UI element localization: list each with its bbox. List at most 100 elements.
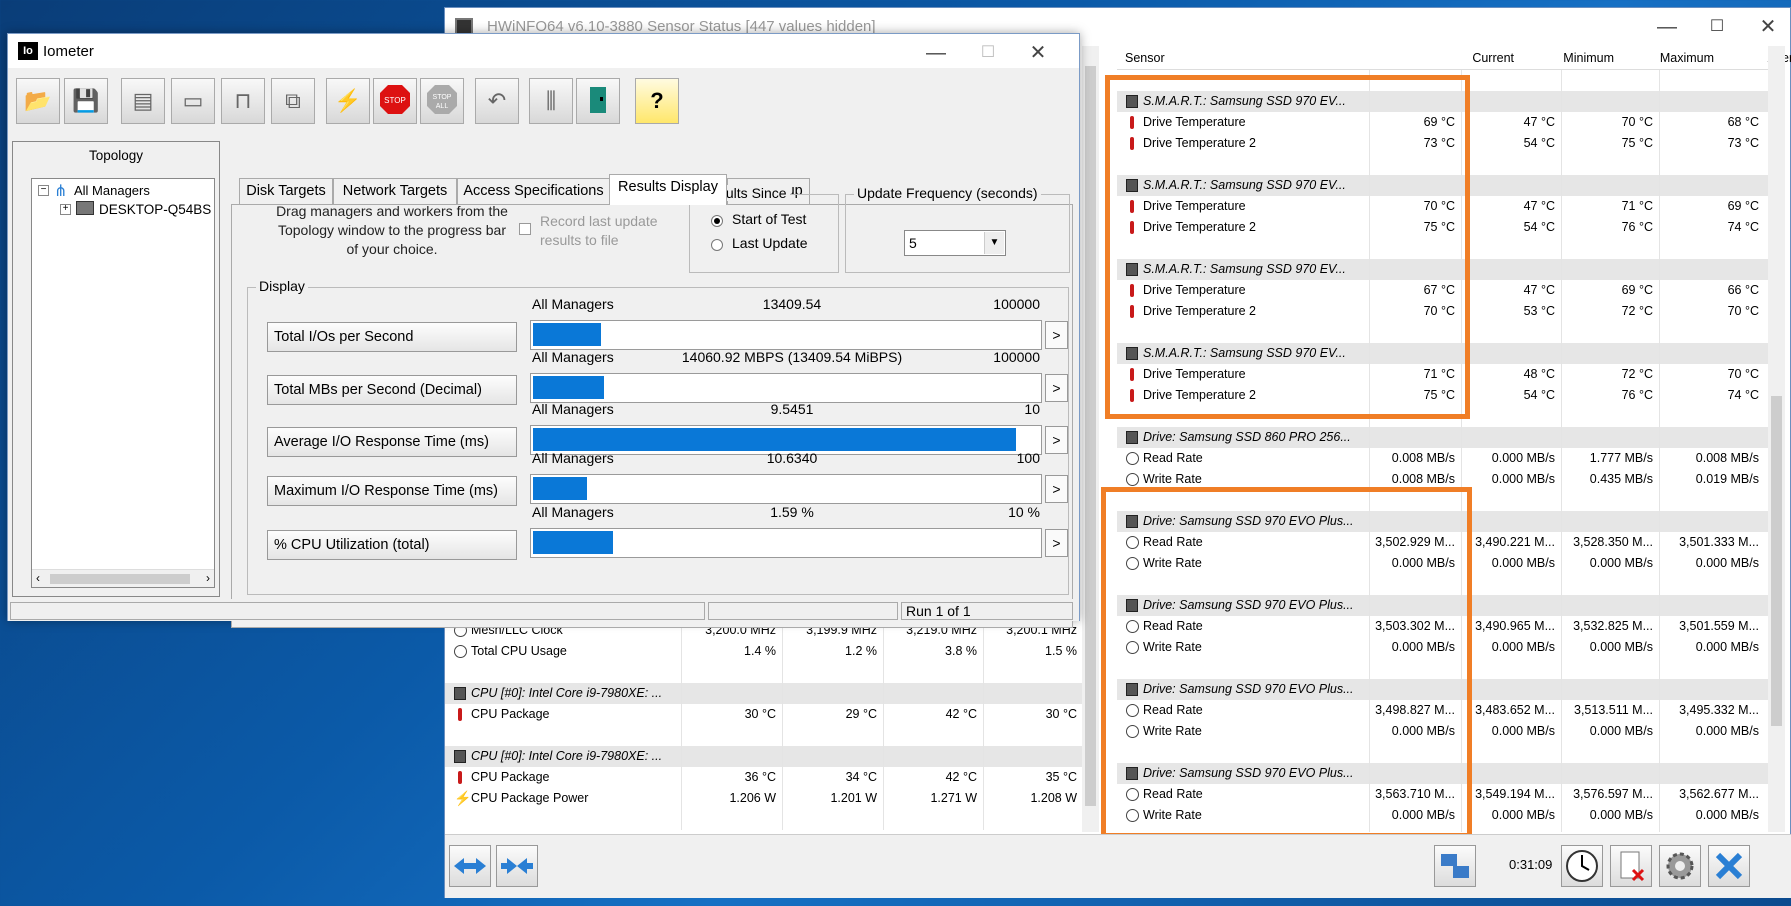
sensor-name: CPU Package Power	[471, 791, 589, 805]
col-sensor[interactable]: Sensor	[1125, 51, 1165, 65]
tree-root[interactable]: All Managers	[74, 183, 150, 198]
tree-collapse-icon[interactable]: −	[38, 185, 49, 196]
sensor-group-header[interactable]: Drive: Samsung SSD 860 PRO 256...	[1117, 427, 1768, 448]
new-disk-worker-icon[interactable]: ▭	[171, 78, 215, 124]
reset-log-icon[interactable]	[1610, 845, 1652, 887]
io-minimize-button[interactable]: —	[919, 40, 953, 66]
tree-manager[interactable]: DESKTOP-Q54BS	[99, 202, 211, 217]
copy-worker-icon[interactable]: ⧉	[271, 78, 315, 124]
metric-value: 9.5451	[770, 401, 814, 417]
save-icon[interactable]: 💾	[64, 78, 108, 124]
value-min: 0.000 MB/s	[1491, 640, 1555, 654]
value-min: 29 °C	[845, 707, 877, 721]
settings-gear-icon[interactable]	[1659, 845, 1701, 887]
stop-icon[interactable]: STOP	[373, 78, 417, 124]
sensor-group-header[interactable]: CPU [#0]: Intel Core i9-7980XE: ...	[445, 746, 1083, 767]
metric-progress-bar[interactable]	[530, 373, 1042, 403]
metric-progress-bar[interactable]	[530, 474, 1042, 504]
metric-progress-bar[interactable]	[530, 320, 1042, 350]
metric-button[interactable]: % CPU Utilization (total)	[267, 530, 517, 560]
iometer-window: Io Iometer — ☐ ✕ Topology − ⋔ All Manage…	[7, 33, 1080, 628]
disconnect-icon[interactable]: ⫼	[529, 78, 573, 124]
metric-button[interactable]: Total I/Os per Second	[267, 322, 517, 352]
new-manager-icon[interactable]: ▤	[121, 78, 165, 124]
col-current[interactable]: Current	[1412, 51, 1514, 65]
metric-expand-arrow-icon[interactable]: >	[1045, 374, 1068, 402]
close-x-icon[interactable]	[1708, 845, 1750, 887]
io-close-button[interactable]: ✕	[1021, 40, 1055, 66]
metric-max: 100000	[993, 349, 1040, 365]
value-avg: 0.000 MB/s	[1695, 556, 1759, 570]
metric-max: 10	[1024, 401, 1040, 417]
metric-expand-arrow-icon[interactable]: >	[1045, 529, 1068, 557]
tree-hscrollbar[interactable]: ‹ ›	[32, 569, 214, 587]
tab-access-specs[interactable]: Access Specifications	[457, 178, 610, 204]
tab-network-targets[interactable]: Network Targets	[333, 178, 457, 204]
nav-left-right-icon[interactable]	[449, 845, 491, 887]
value-min: 53 °C	[1523, 304, 1555, 318]
metric-button[interactable]: Maximum I/O Response Time (ms)	[267, 476, 517, 506]
metric-expand-arrow-icon[interactable]: >	[1045, 426, 1068, 454]
col-maximum[interactable]: Maximum	[1622, 51, 1714, 65]
iometer-title-bar[interactable]: Io Iometer — ☐ ✕	[8, 34, 1079, 68]
sensor-row[interactable]: Read Rate 0.008 MB/s 0.000 MB/s 1.777 MB/s 0…	[1117, 448, 1768, 469]
update-frequency-select[interactable]: 5 ▼	[904, 230, 1006, 256]
new-network-worker-icon[interactable]: ⊓	[221, 78, 265, 124]
value-max: 76 °C	[1621, 220, 1653, 234]
sensor-row[interactable]: ⚡ CPU Package Power 1.206 W 1.201 W 1.271 W 1…	[445, 788, 1083, 809]
reset-icon[interactable]: ↶	[475, 78, 519, 124]
value-max: 70 °C	[1621, 115, 1653, 129]
minimize-button[interactable]: —	[1650, 14, 1684, 40]
sensor-row[interactable]: CPU Package 36 °C 34 °C 42 °C 35 °C	[445, 767, 1083, 788]
close-button[interactable]: ✕	[1751, 14, 1785, 40]
radio-last-label[interactable]: Last Update	[732, 235, 808, 251]
metric-scope: All Managers	[532, 401, 614, 417]
highlight-box-smart	[1105, 75, 1470, 419]
radio-start-of-test[interactable]	[711, 215, 723, 227]
scroll-left-icon[interactable]: ‹	[36, 571, 40, 585]
network-icon[interactable]	[1434, 845, 1476, 887]
chip-icon	[1126, 431, 1138, 444]
col-minimum[interactable]: Minimum	[1522, 51, 1614, 65]
update-frequency-label: Update Frequency (seconds)	[854, 185, 1041, 201]
tab-disk-targets[interactable]: Disk Targets	[239, 178, 333, 204]
metric-expand-arrow-icon[interactable]: >	[1045, 475, 1068, 503]
io-maximize-button[interactable]: ☐	[971, 40, 1005, 66]
start-icon[interactable]: ⚡	[326, 78, 370, 124]
clock-icon[interactable]	[1561, 845, 1603, 887]
about-icon[interactable]: ?	[635, 78, 679, 124]
value-max: 72 °C	[1621, 367, 1653, 381]
sensor-row[interactable]: Total CPU Usage 1.4 % 1.2 % 3.8 % 1.5 %	[445, 641, 1083, 662]
scroll-right-icon[interactable]: ›	[206, 571, 210, 585]
left-scrollbar[interactable]	[1082, 46, 1099, 832]
nav-collapse-icon[interactable]	[496, 845, 538, 887]
sensor-row[interactable]: CPU Package 30 °C 29 °C 42 °C 30 °C	[445, 704, 1083, 725]
tab-results-display[interactable]: Results Display	[609, 174, 727, 205]
thermometer-icon	[458, 708, 462, 721]
chevron-down-icon[interactable]: ▼	[984, 232, 1004, 254]
value-max: 71 °C	[1621, 199, 1653, 213]
topology-tree[interactable]: − ⋔ All Managers + DESKTOP-Q54BS ‹ ›	[31, 178, 215, 588]
gauge-icon	[1126, 452, 1139, 465]
metric-button[interactable]: Average I/O Response Time (ms)	[267, 427, 517, 457]
value-min: 54 °C	[1523, 220, 1555, 234]
value-max: 3,532.825 M...	[1573, 619, 1653, 633]
right-scrollbar[interactable]	[1768, 46, 1785, 832]
metric-progress-bar[interactable]	[530, 528, 1042, 558]
value-max: 3,528.350 M...	[1573, 535, 1653, 549]
record-checkbox[interactable]	[519, 223, 531, 235]
metric-button[interactable]: Total MBs per Second (Decimal)	[267, 375, 517, 405]
radio-start-label[interactable]: Start of Test	[732, 211, 806, 227]
value-max: 3,513.511 M...	[1574, 703, 1653, 717]
value-max: 76 °C	[1621, 388, 1653, 402]
value-min: 3,490.221 M...	[1475, 535, 1555, 549]
maximize-button[interactable]: ☐	[1700, 14, 1734, 40]
sensor-group-header[interactable]: CPU [#0]: Intel Core i9-7980XE: ...	[445, 683, 1083, 704]
open-icon[interactable]: 📂	[16, 78, 60, 124]
metric-expand-arrow-icon[interactable]: >	[1045, 321, 1068, 349]
value-min: 0.000 MB/s	[1491, 808, 1555, 822]
tree-expand-icon[interactable]: +	[60, 204, 71, 215]
stop-all-icon[interactable]: STOP ALL	[420, 78, 464, 124]
radio-last-update[interactable]	[711, 239, 723, 251]
exit-icon[interactable]	[576, 78, 620, 124]
